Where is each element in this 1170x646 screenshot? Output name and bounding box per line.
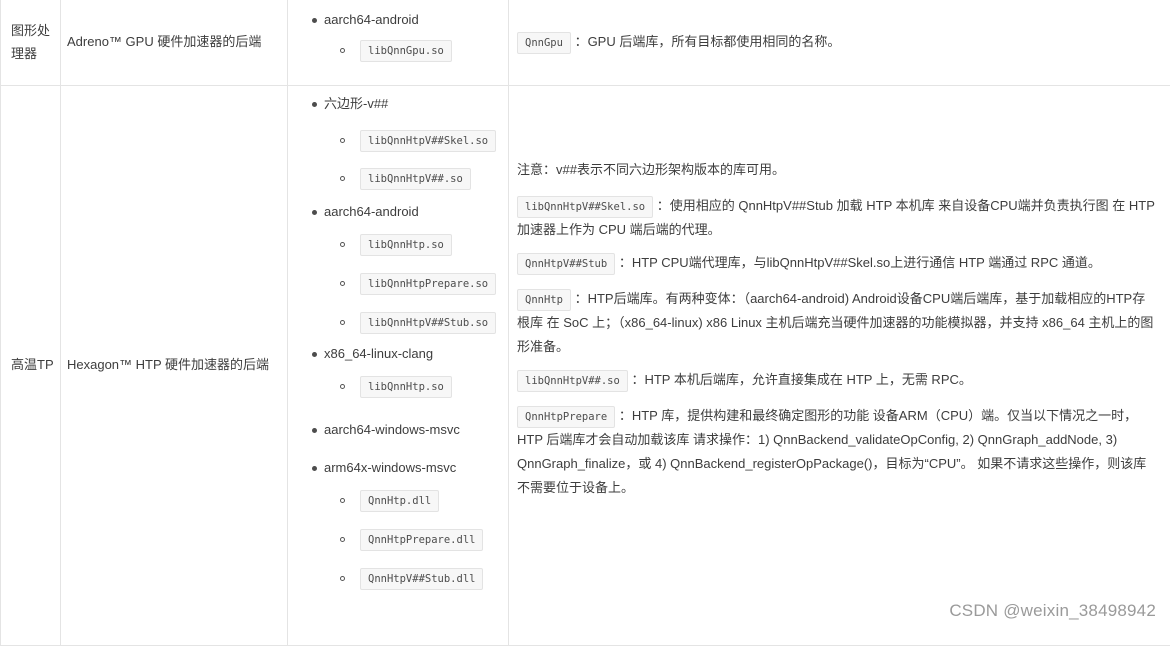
description-cell: Adreno™ GPU 硬件加速器的后端 [61,0,288,86]
table-row: 高温TP Hexagon™ HTP 硬件加速器的后端 六边形-v## libQn… [1,86,1170,646]
backend-description: Hexagon™ HTP 硬件加速器的后端 [67,357,269,372]
lib-item: QnnHtp.dll [288,482,508,520]
lib-code: libQnnHtpV##Skel.so [517,196,653,218]
note-paragraph: QnnHtpV##Stub ：HTP CPU端代理库，与libQnnHtpV##… [517,252,1156,275]
circle-bullet-icon [340,537,345,542]
bullet-icon [312,18,317,23]
table-row: 图形处理器 Adreno™ GPU 硬件加速器的后端 aarch64-andro… [1,0,1170,86]
lib-code: QnnHtpV##Stub [517,253,615,275]
target-name: 六边形-v## [288,92,508,116]
lib-item: libQnnHtpV##Skel.so [288,122,508,160]
list-item: arm64x-windows-msvc QnnHtp.dll QnnHtpPre… [288,456,508,598]
lib-code: libQnnHtpV##Stub.so [360,312,496,334]
circle-bullet-icon [340,576,345,581]
targets-cell: aarch64-android libQnnGpu.so [288,0,509,86]
target-list: aarch64-android libQnnGpu.so [288,8,508,70]
note-paragraph: QnnHtp ：HTP后端库。有两种变体：（aarch64-android) A… [517,287,1156,359]
bullet-icon [312,352,317,357]
note-text: ：HTP 本机后端库，允许直接集成在 HTP 上，无需 RPC。 [631,372,971,387]
circle-bullet-icon [340,242,345,247]
backend-table: 图形处理器 Adreno™ GPU 硬件加速器的后端 aarch64-andro… [0,0,1170,646]
lib-code: QnnHtp.dll [360,490,439,512]
processor-name: 图形处理器 [11,23,50,60]
note-paragraph: QnnGpu ：GPU 后端库，所有目标都使用相同的名称。 [517,31,1156,54]
target-name: aarch64-android [288,200,508,224]
circle-bullet-icon [340,176,345,181]
note-text: ：GPU 后端库，所有目标都使用相同的名称。 [575,34,841,49]
target-list: 六边形-v## libQnnHtpV##Skel.so libQnnHtpV##… [288,92,508,598]
lib-code: QnnGpu [517,32,571,54]
circle-bullet-icon [340,384,345,389]
lib-code: QnnHtpPrepare.dll [360,529,483,551]
list-item: aarch64-windows-msvc [288,418,508,442]
targets-cell: 六边形-v## libQnnHtpV##Skel.so libQnnHtpV##… [288,86,509,646]
lib-item: libQnnHtp.so [288,226,508,264]
processor-cell: 图形处理器 [1,0,61,86]
target-name: aarch64-android [288,8,508,32]
lib-code: libQnnHtpPrepare.so [360,273,496,295]
list-item: x86_64-linux-clang libQnnHtp.so [288,342,508,406]
circle-bullet-icon [340,498,345,503]
lib-item: libQnnGpu.so [288,32,508,70]
lib-code: libQnnGpu.so [360,40,452,62]
note-header: 注意：v##表示不同六边形架构版本的库可用。 [517,159,1156,181]
circle-bullet-icon [340,48,345,53]
lib-code: libQnnHtpV##.so [517,370,628,392]
note-paragraph: libQnnHtpV##.so ：HTP 本机后端库，允许直接集成在 HTP 上… [517,369,1156,392]
lib-code: libQnnHtpV##Skel.so [360,130,496,152]
bullet-icon [312,466,317,471]
backend-description: Adreno™ GPU 硬件加速器的后端 [67,34,261,49]
bullet-icon [312,210,317,215]
lib-item: libQnnHtpPrepare.so [288,265,508,303]
watermark: CSDN @weixin_38498942 [949,601,1156,621]
description-cell: Hexagon™ HTP 硬件加速器的后端 [61,86,288,646]
lib-item: libQnnHtpV##.so [288,160,508,198]
lib-code: QnnHtpPrepare [517,406,615,428]
circle-bullet-icon [340,320,345,325]
circle-bullet-icon [340,138,345,143]
lib-code: QnnHtpV##Stub.dll [360,568,483,590]
lib-code: libQnnHtp.so [360,376,452,398]
note-text: ：HTP CPU端代理库，与libQnnHtpV##Skel.so上进行通信 H… [619,255,1101,270]
target-name: arm64x-windows-msvc [288,456,508,480]
circle-bullet-icon [340,281,345,286]
processor-cell: 高温TP [1,86,61,646]
list-item: 六边形-v## libQnnHtpV##Skel.so libQnnHtpV##… [288,92,508,198]
processor-name: 高温TP [11,357,54,372]
lib-code: libQnnHtp.so [360,234,452,256]
note-paragraph: libQnnHtpV##Skel.so ：使用相应的 QnnHtpV##Stub… [517,194,1156,242]
lib-item: libQnnHtpV##Stub.so [288,304,508,342]
lib-item: libQnnHtp.so [288,368,508,406]
bullet-icon [312,102,317,107]
lib-item: QnnHtpV##Stub.dll [288,560,508,598]
list-item: aarch64-android libQnnHtp.so libQnnHtpPr… [288,200,508,342]
lib-item: QnnHtpPrepare.dll [288,521,508,559]
list-item: aarch64-android libQnnGpu.so [288,8,508,70]
notes-cell: QnnGpu ：GPU 后端库，所有目标都使用相同的名称。 [509,0,1170,86]
lib-code: libQnnHtpV##.so [360,168,471,190]
lib-code: QnnHtp [517,289,571,311]
notes-cell: 注意：v##表示不同六边形架构版本的库可用。 libQnnHtpV##Skel.… [509,86,1170,646]
bullet-icon [312,428,317,433]
target-name: x86_64-linux-clang [288,342,508,366]
note-paragraph: QnnHtpPrepare ：HTP 库，提供构建和最终确定图形的功能 设备AR… [517,404,1156,500]
target-name: aarch64-windows-msvc [288,418,508,442]
note-text: ：HTP后端库。有两种变体：（aarch64-android) Android设… [517,291,1153,354]
